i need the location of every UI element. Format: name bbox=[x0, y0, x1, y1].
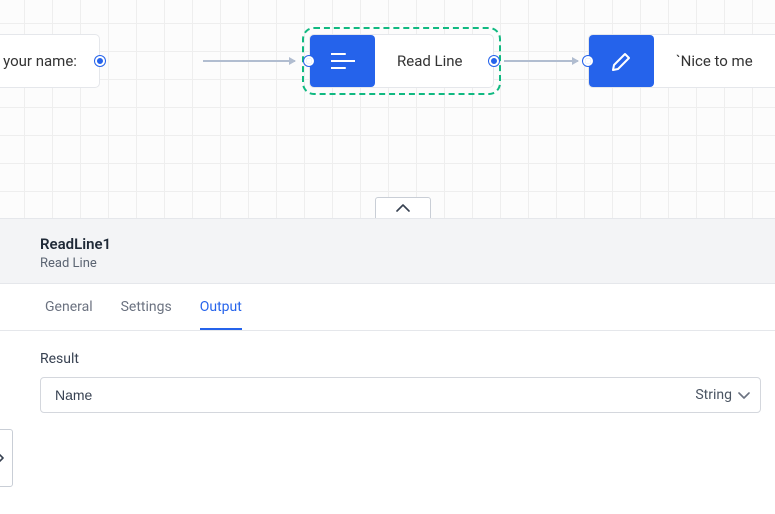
connector bbox=[504, 60, 578, 62]
panel-title: ReadLine1 bbox=[40, 235, 775, 253]
tab-settings[interactable]: Settings bbox=[121, 284, 172, 330]
panel-subtitle: Read Line bbox=[40, 256, 775, 271]
chevron-up-icon bbox=[396, 204, 410, 212]
connector bbox=[203, 60, 295, 62]
panel-header: ReadLine1 Read Line bbox=[0, 219, 775, 284]
result-type-select[interactable]: String bbox=[695, 387, 750, 403]
properties-panel: ReadLine1 Read Line General Settings Out… bbox=[0, 218, 775, 514]
workflow-canvas[interactable]: se tell me your name: Read Line `Nice to… bbox=[0, 0, 775, 218]
result-type-label: String bbox=[695, 387, 732, 403]
node-label: `Nice to me bbox=[654, 52, 775, 70]
pencil-icon bbox=[589, 35, 654, 87]
chevron-right-icon bbox=[0, 451, 4, 465]
workflow-node-assign[interactable]: `Nice to me bbox=[588, 34, 775, 88]
tab-bar: General Settings Output bbox=[0, 284, 775, 331]
result-field-row: String bbox=[40, 377, 761, 413]
workflow-node-read-line[interactable]: Read Line bbox=[309, 34, 494, 88]
panel-body: Result String bbox=[0, 331, 775, 413]
tab-output[interactable]: Output bbox=[200, 284, 242, 330]
tab-general[interactable]: General bbox=[45, 284, 93, 330]
expand-sidebar-button[interactable] bbox=[0, 429, 13, 487]
node-label: se tell me your name: bbox=[0, 52, 99, 70]
collapse-panel-button[interactable] bbox=[375, 197, 431, 219]
node-label: Read Line bbox=[375, 52, 485, 70]
workflow-node-write-line[interactable]: se tell me your name: bbox=[0, 34, 100, 88]
read-line-icon bbox=[310, 35, 375, 87]
port-in[interactable] bbox=[583, 56, 593, 66]
result-label: Result bbox=[40, 351, 761, 367]
port-out[interactable] bbox=[95, 56, 105, 66]
result-input[interactable] bbox=[55, 387, 695, 403]
chevron-down-icon bbox=[738, 392, 750, 399]
port-in[interactable] bbox=[304, 56, 314, 66]
port-out[interactable] bbox=[489, 56, 499, 66]
